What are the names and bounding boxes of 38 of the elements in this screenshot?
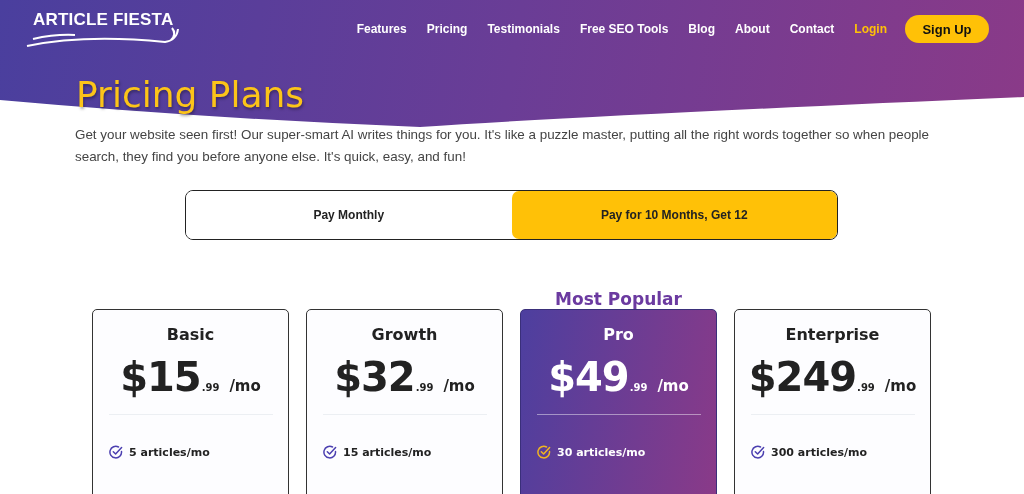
plan-price: $32 (334, 354, 415, 400)
nav-link[interactable]: Blog (688, 22, 715, 36)
plan-feature: 300 articles/mo (771, 445, 867, 459)
nav-link[interactable]: Features (356, 22, 407, 36)
nav-link[interactable]: About (735, 22, 770, 36)
plan-feature: 5 articles/mo (129, 445, 210, 459)
price-period: /mo (657, 377, 689, 395)
intro-paragraph: Get your website seen first! Our super-smart AI writes things for you. It's like a puzzle master, putting all the right words together so when people search, they find you before anyone else. It's quick, easy, and fun! (75, 126, 930, 166)
nav-link[interactable]: Contact (789, 22, 835, 36)
price-cents: .99 (201, 382, 220, 393)
plan-price: $49 (548, 354, 629, 400)
plan-feature: 15 articles/mo (343, 445, 432, 459)
nav-link[interactable]: Free SEO Tools (579, 22, 669, 36)
plan-price: $249 (748, 354, 857, 400)
login-link[interactable]: Login (854, 22, 887, 36)
most-popular-label: Most Popular (555, 289, 682, 309)
nav-link[interactable]: Pricing (426, 22, 468, 36)
price-period: /mo (229, 377, 261, 395)
price-period: /mo (884, 377, 917, 395)
price-cents: .99 (857, 382, 875, 393)
billing-option[interactable]: Pay for 10 Months, Get 12 (511, 191, 837, 239)
price-cents: .99 (415, 382, 434, 393)
check-circle-icon (751, 445, 765, 459)
plan-name: Basic (166, 325, 215, 344)
price-period: /mo (443, 377, 475, 395)
plan-name: Pro (603, 325, 634, 344)
check-circle-icon (537, 445, 551, 459)
check-circle-icon (323, 445, 337, 459)
plan-name: Enterprise (785, 325, 880, 344)
nav-link[interactable]: Testimonials (487, 22, 560, 36)
plan-feature: 30 articles/mo (557, 445, 646, 459)
price-cents: .99 (629, 382, 648, 393)
plan-name: Growth (371, 325, 438, 344)
plan-price: $15 (120, 354, 201, 400)
logo[interactable]: ARTICLE FIESTA (25, 10, 181, 48)
page-title: Pricing Plans (76, 73, 306, 117)
sign-up-button[interactable]: Sign Up (905, 15, 989, 43)
check-circle-icon (109, 445, 123, 459)
